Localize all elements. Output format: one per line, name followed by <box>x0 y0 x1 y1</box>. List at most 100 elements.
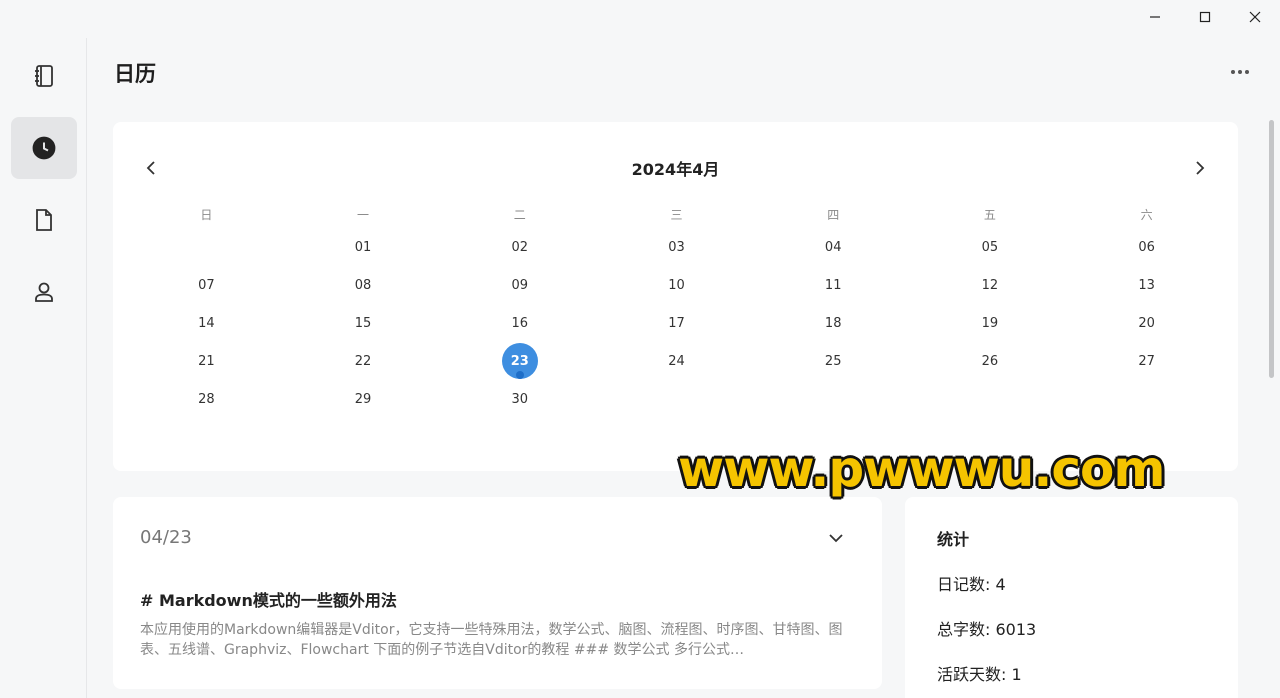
calendar-day[interactable]: 29 <box>285 380 442 418</box>
weekday-label: 六 <box>1140 207 1153 222</box>
calendar-day[interactable]: 04 <box>755 228 912 266</box>
expand-entry-button[interactable] <box>825 529 847 547</box>
more-horizontal-icon <box>1231 70 1235 74</box>
calendar-day-number: 06 <box>1138 239 1155 255</box>
page-title: 日历 <box>114 62 156 86</box>
calendar-day-number: 05 <box>981 239 999 255</box>
calendar-day[interactable]: 11 <box>755 266 912 304</box>
calendar-card: 2024年4月 日 一 二 三 四 五 六 01 02 03 04 05 06 07 08 09… <box>113 122 1238 471</box>
active-days: 活跃天数: 1 <box>937 665 1022 684</box>
word-count: 总字数: 6013 <box>937 620 1037 639</box>
weekday-label: 二 <box>513 207 526 222</box>
calendar-empty-cell <box>1068 380 1225 418</box>
clock-icon <box>32 136 56 160</box>
sidebar-item-calendar[interactable] <box>11 117 77 179</box>
calendar-day[interactable]: 22 <box>285 342 442 380</box>
calendar-day-number: 26 <box>981 353 999 369</box>
calendar-week-row: 21 22 23 24 25 26 27 <box>128 342 1225 380</box>
weekday-label: 四 <box>827 207 840 222</box>
calendar-day-number: 16 <box>511 315 529 331</box>
close-button[interactable] <box>1230 0 1280 34</box>
calendar-day[interactable]: 30 <box>441 380 598 418</box>
calendar-grid: 日 一 二 三 四 五 六 01 02 03 04 05 06 07 08 09 10 11 12 13… <box>128 200 1225 418</box>
calendar-day-number: 02 <box>511 239 529 255</box>
calendar-day[interactable]: 09 <box>441 266 598 304</box>
sidebar-item-documents[interactable] <box>11 189 77 251</box>
calendar-empty-cell <box>755 380 912 418</box>
calendar-day-selected[interactable]: 23 <box>441 342 598 380</box>
calendar-day[interactable]: 07 <box>128 266 285 304</box>
minimize-icon <box>1150 16 1160 18</box>
maximize-icon <box>1199 11 1211 23</box>
calendar-day[interactable]: 08 <box>285 266 442 304</box>
calendar-week-row: 14 15 16 17 18 19 20 <box>128 304 1225 342</box>
calendar-day[interactable]: 03 <box>598 228 755 266</box>
calendar-day[interactable]: 19 <box>912 304 1069 342</box>
calendar-day[interactable]: 01 <box>285 228 442 266</box>
calendar-day-number: 18 <box>824 315 842 331</box>
calendar-day[interactable]: 28 <box>128 380 285 418</box>
calendar-day-number: 12 <box>981 277 999 293</box>
calendar-day[interactable]: 17 <box>598 304 755 342</box>
maximize-button[interactable] <box>1180 0 1230 34</box>
calendar-day-number: 27 <box>1138 353 1155 369</box>
more-options-button[interactable] <box>1226 64 1254 80</box>
statistics-card: 统计 日记数: 4 总字数: 6013 活跃天数: 1 <box>905 497 1238 698</box>
next-month-button[interactable] <box>1187 155 1213 181</box>
entry-indicator-dot <box>515 371 524 379</box>
calendar-day[interactable]: 12 <box>912 266 1069 304</box>
weekday-label: 三 <box>670 207 683 222</box>
calendar-day[interactable]: 10 <box>598 266 755 304</box>
calendar-day-number: 07 <box>198 277 215 293</box>
calendar-day[interactable]: 20 <box>1068 304 1225 342</box>
calendar-day[interactable]: 02 <box>441 228 598 266</box>
more-dot <box>1245 70 1249 74</box>
calendar-day[interactable]: 24 <box>598 342 755 380</box>
diary-count: 日记数: 4 <box>937 575 1006 594</box>
calendar-day[interactable]: 05 <box>912 228 1069 266</box>
diary-entry-card[interactable]: 04/23 # Markdown模式的一些额外用法 本应用使用的Markdown… <box>113 497 882 689</box>
calendar-day[interactable]: 18 <box>755 304 912 342</box>
sidebar-item-notebook[interactable] <box>11 45 77 107</box>
calendar-day-number: 25 <box>824 353 842 369</box>
calendar-day[interactable]: 06 <box>1068 228 1225 266</box>
calendar-day-number: 20 <box>1138 315 1155 331</box>
calendar-day-number: 10 <box>668 277 685 293</box>
scrollbar-thumb[interactable] <box>1269 120 1274 378</box>
chevron-down-icon <box>829 534 843 543</box>
notebook-icon <box>35 65 53 87</box>
minimize-button[interactable] <box>1130 0 1180 34</box>
weekday-label: 日 <box>200 207 213 222</box>
calendar-day-number: 19 <box>981 315 999 331</box>
calendar-day-number: 22 <box>354 353 372 369</box>
calendar-day[interactable]: 21 <box>128 342 285 380</box>
calendar-empty-cell <box>912 380 1069 418</box>
calendar-empty-cell <box>128 228 285 266</box>
calendar-day[interactable]: 13 <box>1068 266 1225 304</box>
calendar-day-number: 03 <box>668 239 685 255</box>
calendar-day-number: 28 <box>198 391 215 407</box>
calendar-day-number: 21 <box>198 353 215 369</box>
entry-title: # Markdown模式的一些额外用法 <box>140 591 397 610</box>
calendar-day[interactable]: 26 <box>912 342 1069 380</box>
calendar-day[interactable]: 14 <box>128 304 285 342</box>
calendar-empty-cell <box>598 380 755 418</box>
calendar-day[interactable]: 25 <box>755 342 912 380</box>
calendar-day-number: 29 <box>354 391 372 407</box>
calendar-day-number: 11 <box>824 277 842 293</box>
document-icon <box>36 209 52 231</box>
statistics-title: 统计 <box>937 530 970 549</box>
calendar-day-number: 14 <box>198 315 215 331</box>
calendar-week-row: 07 08 09 10 11 12 13 <box>128 266 1225 304</box>
window-controls <box>1130 0 1280 34</box>
calendar-day[interactable]: 16 <box>441 304 598 342</box>
calendar-day[interactable]: 27 <box>1068 342 1225 380</box>
watermark-text: www.pwwwu.com <box>678 440 1165 498</box>
calendar-day-number: 08 <box>354 277 372 293</box>
calendar-day-number: 09 <box>511 277 529 293</box>
sidebar-item-profile[interactable] <box>11 261 77 323</box>
calendar-day[interactable]: 15 <box>285 304 442 342</box>
sidebar <box>0 38 87 698</box>
entry-date: 04/23 <box>140 527 192 548</box>
entry-excerpt: 本应用使用的Markdown编辑器是Vditor，它支持一些特殊用法，数学公式、… <box>140 622 843 658</box>
